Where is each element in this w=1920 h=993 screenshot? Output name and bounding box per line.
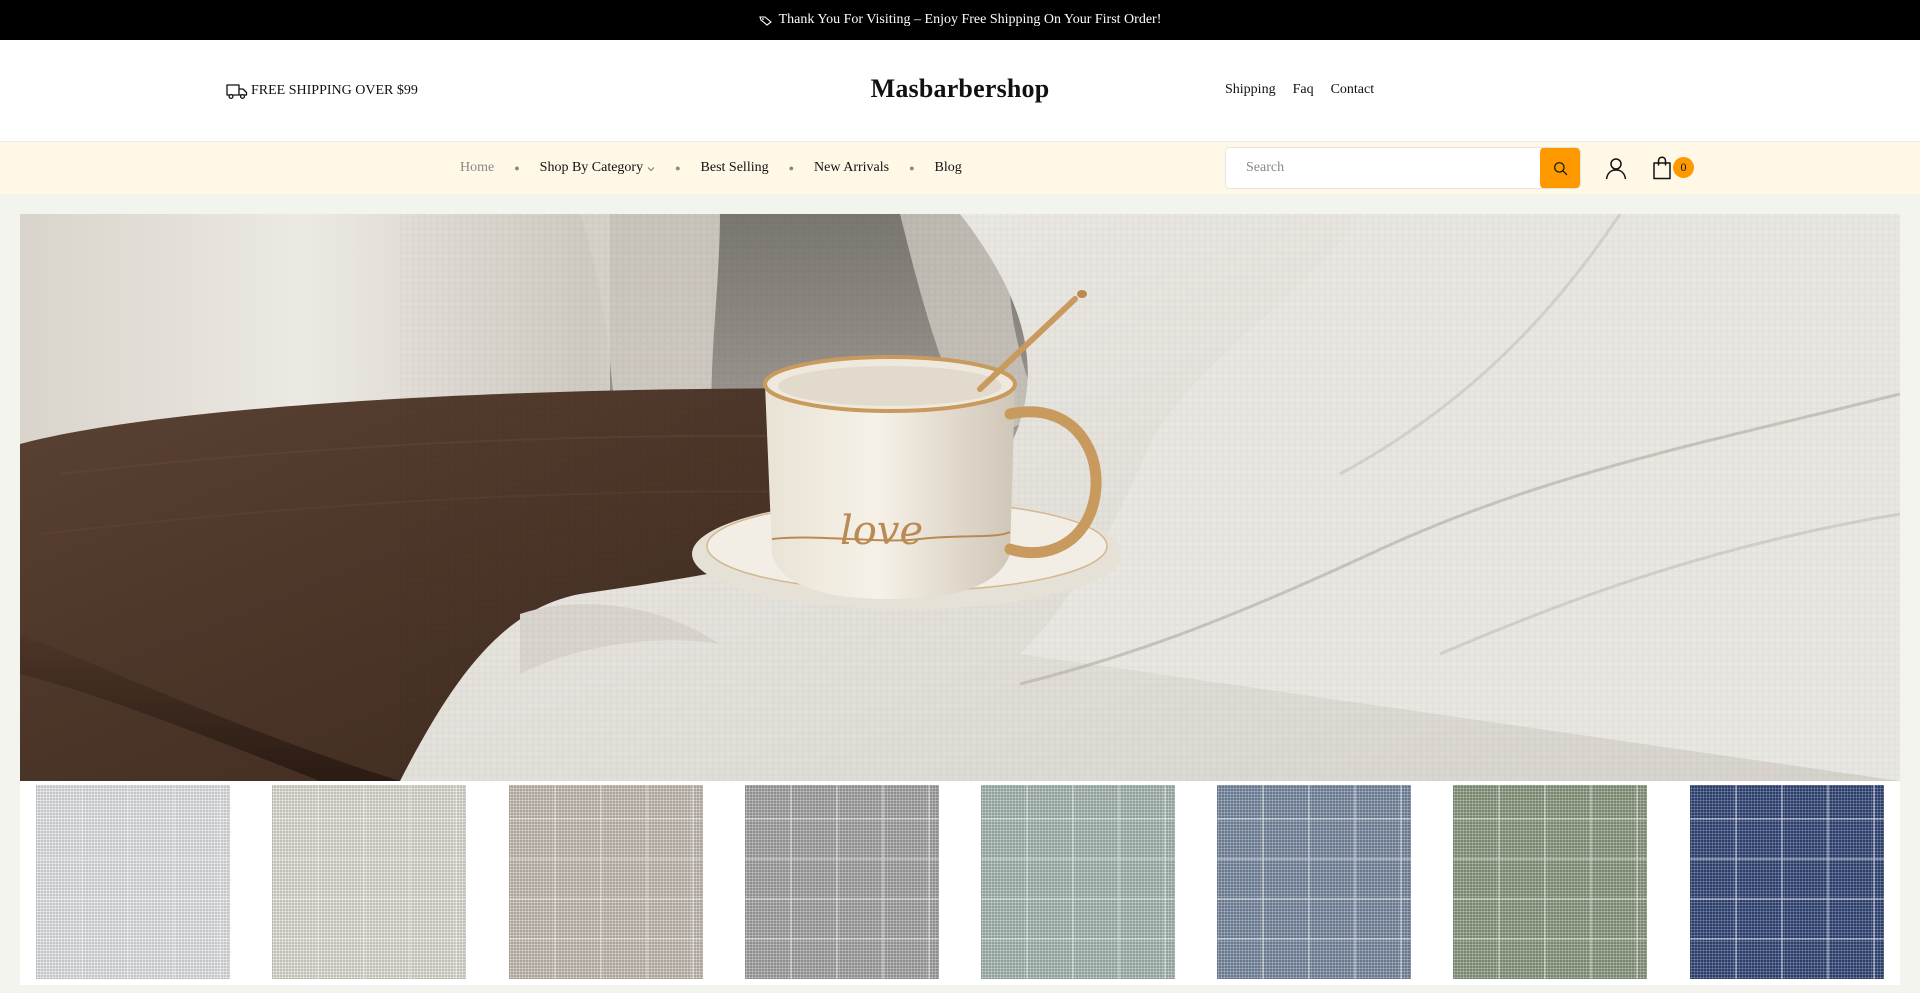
cup-lettering: love xyxy=(840,508,923,554)
shopping-bag-icon xyxy=(1653,156,1671,180)
cart-button[interactable]: 0 xyxy=(1650,156,1696,182)
shipping-link[interactable]: Shipping xyxy=(1225,82,1276,98)
fabric-swatch[interactable] xyxy=(981,785,1175,979)
nav-separator: ● xyxy=(675,163,681,173)
faq-link[interactable]: Faq xyxy=(1293,82,1314,98)
nav-separator: ● xyxy=(788,163,795,173)
site-logo[interactable]: Masbarbershop xyxy=(871,74,1050,103)
hero-banner[interactable]: love xyxy=(20,214,1900,781)
nav-separator: ● xyxy=(909,163,915,173)
nav-item-blog[interactable]: Blog xyxy=(935,160,962,176)
user-icon xyxy=(1605,158,1627,180)
search-bar xyxy=(1225,147,1581,189)
search-button[interactable] xyxy=(1540,148,1580,188)
nav-item-new-arrivals[interactable]: New Arrivals xyxy=(814,160,889,176)
free-shipping-label: FREE SHIPPING OVER $99 xyxy=(251,83,418,98)
fabric-swatch[interactable] xyxy=(36,785,230,979)
top-links: Shipping Faq Contact xyxy=(1225,82,1374,98)
fabric-swatch[interactable] xyxy=(509,785,703,979)
search-icon xyxy=(1553,161,1567,175)
nav-item-shop-by-category[interactable]: Shop By Category xyxy=(540,160,655,176)
announcement-text: Thank You For Visiting – Enjoy Free Ship… xyxy=(778,12,1162,27)
free-shipping-note: FREE SHIPPING OVER $99 xyxy=(226,82,418,100)
fabric-swatch[interactable] xyxy=(1217,785,1411,979)
truck-icon xyxy=(226,84,248,100)
nav-separator: ● xyxy=(514,163,520,173)
search-input[interactable] xyxy=(1226,148,1540,188)
hero-image: love xyxy=(20,214,1900,781)
cart-count-badge: 0 xyxy=(1673,157,1694,178)
fabric-swatch[interactable] xyxy=(1690,785,1884,979)
fabric-swatch[interactable] xyxy=(1453,785,1647,979)
nav-item-home[interactable]: Home xyxy=(460,160,494,176)
main-menu: Home ● Shop By Category ● Best Selling ●… xyxy=(460,142,962,194)
main-navbar: Home ● Shop By Category ● Best Selling ●… xyxy=(0,142,1920,194)
chevron-down-icon xyxy=(647,164,655,174)
nav-item-label: Shop By Category xyxy=(539,160,644,175)
site-header: FREE SHIPPING OVER $99 Masbarbershop Shi… xyxy=(0,40,1920,142)
nav-item-best-selling[interactable]: Best Selling xyxy=(701,160,769,176)
fabric-swatch[interactable] xyxy=(745,785,939,979)
contact-link[interactable]: Contact xyxy=(1331,82,1375,98)
fabric-swatch-row xyxy=(20,781,1900,985)
tag-icon xyxy=(758,14,773,26)
fabric-swatch[interactable] xyxy=(272,785,466,979)
account-button[interactable] xyxy=(1604,156,1628,180)
announcement-bar: Thank You For Visiting – Enjoy Free Ship… xyxy=(0,0,1920,40)
